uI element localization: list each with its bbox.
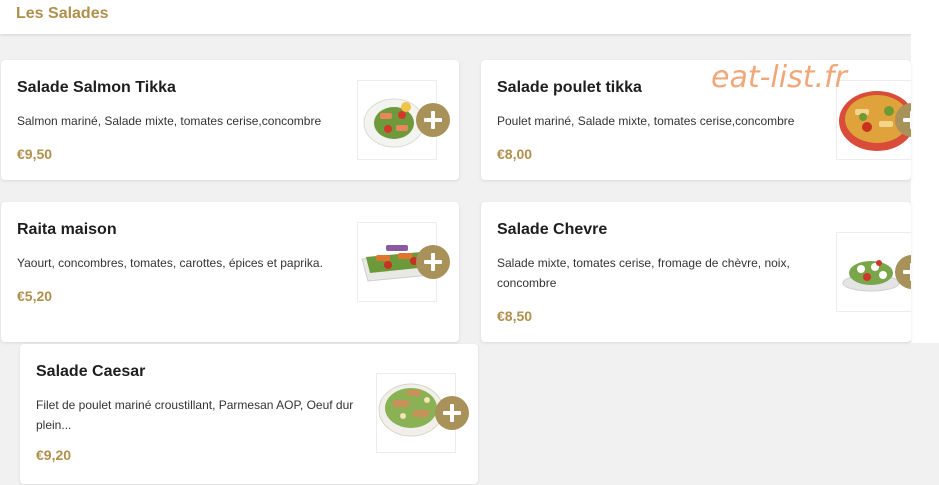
add-to-cart-button[interactable] [435, 396, 469, 430]
item-description: Salade mixte, tomates cerise, fromage de… [497, 256, 790, 290]
item-price: €5,20 [17, 288, 53, 304]
add-to-cart-button[interactable] [416, 103, 450, 137]
item-price: €9,20 [36, 447, 72, 463]
item-name: Salade Salmon Tikka [17, 79, 176, 96]
add-to-cart-button[interactable] [416, 245, 450, 279]
item-name: Raita maison [17, 221, 117, 238]
menu-item-card[interactable]: Salade Caesar Filet de poulet mariné cro… [20, 344, 478, 484]
menu-item-card[interactable]: Salade Salmon Tikka Salmon mariné, Salad… [1, 60, 459, 180]
right-edge-panel [911, 0, 939, 343]
section-header: Les Salades [0, 0, 911, 34]
item-name: Salade Chevre [497, 221, 608, 238]
item-description: Salmon mariné, Salade mixte, tomates cer… [17, 114, 322, 128]
item-description: Filet de poulet mariné croustillant, Par… [36, 398, 354, 432]
item-description: Yaourt, concombres, tomates, carottes, é… [17, 256, 323, 270]
item-price: €8,00 [497, 146, 533, 162]
item-name: Salade poulet tikka [497, 79, 642, 96]
section-title: Les Salades [16, 5, 109, 22]
menu-item-card[interactable]: Salade Chevre Salade mixte, tomates ceri… [481, 202, 911, 342]
item-name: Salade Caesar [36, 363, 146, 380]
item-price: €8,50 [497, 308, 533, 324]
item-description: Poulet mariné, Salade mixte, tomates cer… [497, 114, 795, 128]
site-watermark: eat-list.fr [711, 60, 847, 95]
menu-item-card[interactable]: Raita maison Yaourt, concombres, tomates… [1, 202, 459, 342]
item-price: €9,50 [17, 146, 53, 162]
